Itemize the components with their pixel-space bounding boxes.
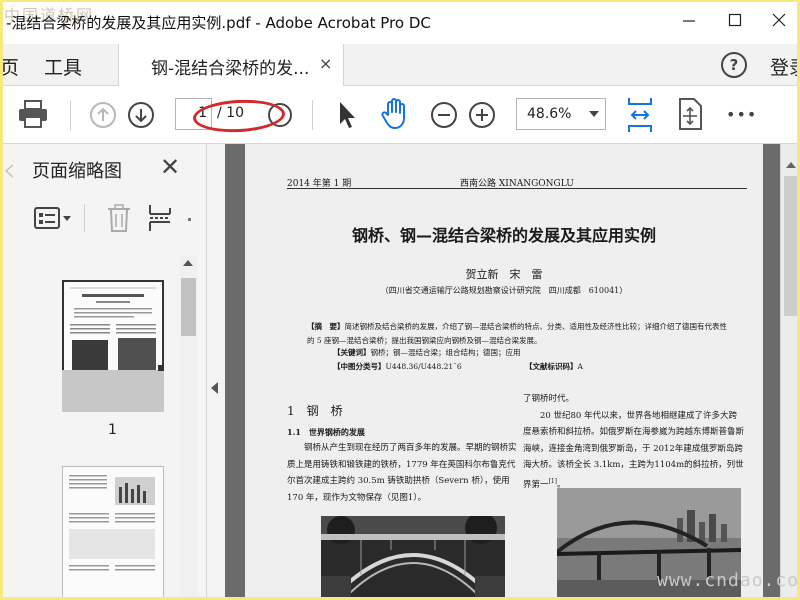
chevron-down-icon [589, 111, 599, 117]
toolbar-separator [70, 100, 71, 130]
thumbnail-scrollbar[interactable] [180, 256, 197, 600]
body-right-reference: [1] [548, 477, 558, 485]
article-authors: 贺立新 宋 雷 [465, 268, 543, 281]
scroll-mode-icon [679, 98, 702, 130]
next-page-icon [128, 102, 154, 128]
header-rule [287, 188, 747, 189]
zoom-in-button[interactable] [468, 101, 496, 133]
pdf-page: 2014 年第 1 期 西南公路 XINANGONGLU 钢桥、钢—混结合梁桥的… [245, 144, 763, 600]
prev-page-icon [90, 102, 116, 128]
prev-page-button[interactable] [89, 101, 117, 133]
more-icon[interactable]: ••• [726, 105, 757, 124]
collapse-arrow-icon[interactable] [211, 382, 218, 394]
split-page-button[interactable] [148, 204, 174, 236]
title-bar: 中国道桥网 -混结合梁桥的发展及其应用实例.pdf - Adobe Acroba… [0, 0, 800, 44]
zoom-select[interactable]: 48.6% [516, 98, 606, 130]
fit-page-button[interactable] [626, 96, 654, 138]
select-tool-button[interactable] [336, 100, 358, 134]
panel-title: 页面缩略图 [32, 161, 122, 182]
menu-tools[interactable]: 工具 [44, 53, 82, 80]
close-icon [772, 13, 786, 27]
toolbar: 1 / 10 48.6% ••• [0, 86, 800, 144]
login-button[interactable]: 登录 [770, 53, 800, 80]
zoom-out-icon [431, 102, 457, 128]
scroll-mode-button[interactable] [677, 98, 703, 134]
print-icon [19, 100, 47, 128]
select-tool-icon [340, 102, 355, 128]
print-button[interactable] [18, 100, 48, 132]
zoom-in-icon [469, 102, 495, 128]
scrollbar-thumb[interactable] [784, 176, 798, 316]
abstract-label: 【摘 要】 [307, 322, 345, 331]
trash-icon [108, 204, 130, 232]
scroll-up-icon[interactable] [786, 162, 796, 168]
maximize-button[interactable] [720, 8, 750, 36]
zoom-value: 48.6% [527, 106, 572, 122]
options-list-icon [34, 207, 71, 229]
watermark-text: www.cndao.com [657, 570, 800, 591]
next-page-button[interactable] [127, 101, 155, 133]
panel-tab-arrow-icon [5, 164, 14, 178]
hand-tool-button[interactable] [379, 97, 411, 135]
body-right-first: 了钢桥时代。 [523, 394, 575, 404]
document-tab[interactable]: 钢-混结合梁桥的发... × [118, 44, 344, 86]
panel-toolbar [0, 196, 207, 240]
thumbnail-options-button[interactable] [34, 206, 74, 234]
document-tab-label: 钢-混结合梁桥的发... [151, 59, 310, 79]
menu-home[interactable]: 页 [0, 53, 19, 80]
overflow-dot [188, 218, 191, 221]
document-scrollbar[interactable] [780, 144, 800, 600]
document-code-text: A [577, 362, 583, 371]
maximize-icon [728, 13, 742, 27]
thumbnail-page-number: 1 [108, 422, 117, 438]
hand-tool-icon [381, 98, 405, 129]
thumbnail-panel: 页面缩略图 ✕ 1 [0, 144, 207, 600]
body-right-paragraph: 20 世纪80 年代以来，世界各地相继建成了许多大跨度悬索桥和斜拉桥。如俄罗斯在… [523, 408, 745, 493]
fit-page-icon [628, 98, 652, 132]
keywords: 【关键词】钢桥；钢—混结合梁；组合结构；德国；应用 [333, 347, 521, 358]
page-thumbnail[interactable] [62, 466, 164, 600]
scrollbar-thumb[interactable] [181, 278, 196, 336]
bridge-photo-left [321, 516, 505, 600]
delete-page-button[interactable] [107, 204, 131, 236]
classification-text: U448.36/U448.21ˉ6 [385, 362, 462, 371]
zoom-out-button[interactable] [430, 101, 458, 133]
menu-bar: 页 工具 钢-混结合梁桥的发... × ? 登录 [0, 44, 800, 86]
close-window-button[interactable] [764, 8, 794, 36]
classification-label: 【中图分类号】 [333, 362, 386, 371]
split-icon [149, 205, 171, 231]
thumbnail-resize-handle[interactable] [158, 365, 164, 371]
section-heading: 1 钢 桥 [287, 404, 343, 418]
abstract: 【摘 要】简述钢桥及结合梁桥的发展，介绍了钢—混结合梁桥的特点、分类、适用性及经… [307, 320, 727, 348]
keywords-text: 钢桥；钢—混结合梁；组合结构；德国；应用 [370, 348, 521, 357]
panel-collapse-strip[interactable] [207, 144, 225, 600]
page-thumbnail-preview [63, 467, 163, 599]
document-viewer: 2014 年第 1 期 西南公路 XINANGONGLU 钢桥、钢—混结合梁桥的… [225, 144, 780, 600]
document-code: 【文献标识码】A [525, 361, 583, 372]
document-code-label: 【文献标识码】 [525, 362, 578, 371]
article-title: 钢桥、钢—混结合梁桥的发展及其应用实例 [351, 226, 656, 245]
window-title: -混结合梁桥的发展及其应用实例.pdf - Adobe Acrobat Pro … [6, 14, 431, 32]
toolbar-separator [312, 100, 313, 130]
panel-close-icon[interactable]: ✕ [160, 153, 180, 181]
article-affiliation: （四川省交通运输厅公路规划勘察设计研究院 四川成都 610041） [380, 286, 628, 295]
scroll-up-icon[interactable] [183, 260, 193, 266]
minimize-icon [683, 20, 695, 22]
iron-bridge-image [321, 516, 505, 600]
toolbar-separator [84, 204, 85, 232]
abstract-text: 简述钢桥及结合梁桥的发展，介绍了钢—混结合梁桥的特点、分类、适用性及经济性比较；… [307, 322, 727, 345]
body-text-left: 钢桥从产生到现在经历了两百多年的发展。早期的钢桥实质上是用铸铁和锻铁建的铁桥，1… [287, 443, 517, 503]
minimize-button[interactable] [674, 8, 704, 36]
tab-close-icon[interactable]: × [319, 54, 332, 73]
keywords-label: 【关键词】 [333, 348, 371, 357]
subsection-heading: 1.1 世界钢桥的发展 [287, 427, 365, 437]
thumbnail-selection-shade [62, 370, 164, 412]
help-icon[interactable]: ? [721, 52, 747, 78]
body-text-right: 了钢桥时代。 20 世纪80 年代以来，世界各地相继建成了许多大跨度悬索桥和斜拉… [523, 391, 745, 493]
classification: 【中图分类号】U448.36/U448.21ˉ6 [333, 361, 462, 372]
